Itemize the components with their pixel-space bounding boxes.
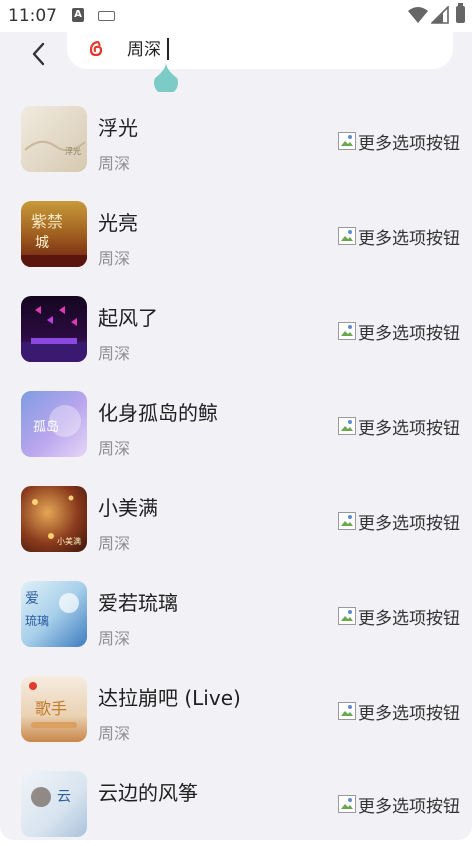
- song-title: 光亮: [98, 211, 138, 235]
- song-item[interactable]: 起风了 周深 更多选项按钮: [0, 294, 472, 389]
- signal-icon: [431, 6, 449, 24]
- album-cover: 孤岛: [21, 391, 87, 457]
- more-options-label: 更多选项按钮: [358, 133, 460, 154]
- keyboard-icon: [98, 11, 115, 21]
- back-arrow-icon[interactable]: [24, 38, 56, 70]
- song-title: 云边的风筝: [98, 781, 198, 805]
- song-artist: 周深: [98, 534, 131, 553]
- album-cover: 云: [21, 771, 87, 837]
- broken-image-icon: [338, 322, 356, 340]
- song-item[interactable]: 紫禁城 光亮 周深 更多选项按钮: [0, 199, 472, 294]
- netease-music-icon: [86, 39, 106, 59]
- svg-text:小美满: 小美满: [57, 536, 81, 546]
- song-title: 浮光: [98, 116, 138, 140]
- broken-image-icon: [338, 795, 356, 813]
- search-bar[interactable]: [67, 32, 453, 69]
- more-options-button[interactable]: 更多选项按钮: [338, 605, 460, 629]
- broken-image-icon: [338, 227, 356, 245]
- album-cover: 紫禁城: [21, 201, 87, 267]
- song-title: 起风了: [98, 306, 158, 330]
- song-title: 小美满: [98, 496, 158, 520]
- broken-image-icon: [338, 417, 356, 435]
- svg-text:孤岛: 孤岛: [33, 419, 59, 435]
- svg-text:歌手: 歌手: [35, 699, 67, 718]
- more-options-button[interactable]: 更多选项按钮: [338, 130, 460, 154]
- album-cover: 爱琉璃: [21, 581, 87, 647]
- song-title: 达拉崩吧 (Live): [98, 686, 241, 710]
- search-input[interactable]: [127, 37, 427, 63]
- text-selection-handle-icon[interactable]: [153, 62, 179, 92]
- more-options-button[interactable]: 更多选项按钮: [338, 320, 460, 344]
- album-cover: 歌手: [21, 676, 87, 742]
- more-options-button[interactable]: 更多选项按钮: [338, 415, 460, 439]
- text-caret: [167, 38, 169, 60]
- more-options-label: 更多选项按钮: [358, 323, 460, 344]
- song-artist: 周深: [98, 629, 131, 648]
- album-cover: 浮光: [21, 106, 87, 172]
- more-options-button[interactable]: 更多选项按钮: [338, 700, 460, 724]
- battery-icon: [456, 3, 465, 23]
- song-item[interactable]: 爱琉璃 爱若琉璃 周深 更多选项按钮: [0, 579, 472, 674]
- more-options-button[interactable]: 更多选项按钮: [338, 793, 460, 817]
- more-options-label: 更多选项按钮: [358, 796, 460, 817]
- album-cover: 小美满: [21, 486, 87, 552]
- svg-text:紫禁: 紫禁: [31, 212, 63, 231]
- svg-text:城: 城: [35, 235, 49, 251]
- song-artist: 周深: [98, 439, 131, 458]
- song-item[interactable]: 浮光 浮光 周深 更多选项按钮: [0, 104, 472, 199]
- album-cover: [21, 296, 87, 362]
- broken-image-icon: [338, 607, 356, 625]
- svg-text:爱: 爱: [25, 591, 39, 607]
- song-item[interactable]: 歌手 达拉崩吧 (Live) 周深 更多选项按钮: [0, 674, 472, 769]
- more-options-label: 更多选项按钮: [358, 418, 460, 439]
- broken-image-icon: [338, 132, 356, 150]
- svg-text:云: 云: [57, 789, 71, 805]
- song-item[interactable]: 云 云边的风筝 更多选项按钮: [0, 769, 472, 840]
- song-title: 化身孤岛的鲸: [98, 401, 218, 425]
- more-options-label: 更多选项按钮: [358, 228, 460, 249]
- more-options-label: 更多选项按钮: [358, 608, 460, 629]
- broken-image-icon: [338, 512, 356, 530]
- song-title: 爱若琉璃: [98, 591, 178, 615]
- more-options-label: 更多选项按钮: [358, 513, 460, 534]
- broken-image-icon: [338, 702, 356, 720]
- notification-a-icon: A: [72, 8, 84, 22]
- screen-edge: [472, 32, 476, 846]
- svg-text:琉璃: 琉璃: [25, 614, 49, 628]
- status-bar: 11:07 A: [0, 0, 476, 32]
- more-options-button[interactable]: 更多选项按钮: [338, 510, 460, 534]
- song-artist: 周深: [98, 249, 131, 268]
- song-artist: 周深: [98, 344, 131, 363]
- song-artist: 周深: [98, 724, 131, 743]
- song-item[interactable]: 小美满 小美满 周深 更多选项按钮: [0, 484, 472, 579]
- search-results-panel: 浮光 浮光 周深 更多选项按钮 紫禁城 光亮 周深 更多选项按钮 起: [0, 32, 472, 840]
- more-options-button[interactable]: 更多选项按钮: [338, 225, 460, 249]
- svg-text:浮光: 浮光: [65, 146, 81, 156]
- song-item[interactable]: 孤岛 化身孤岛的鲸 周深 更多选项按钮: [0, 389, 472, 484]
- status-time: 11:07: [8, 6, 57, 26]
- wifi-icon: [408, 7, 428, 23]
- more-options-label: 更多选项按钮: [358, 703, 460, 724]
- song-artist: 周深: [98, 154, 131, 173]
